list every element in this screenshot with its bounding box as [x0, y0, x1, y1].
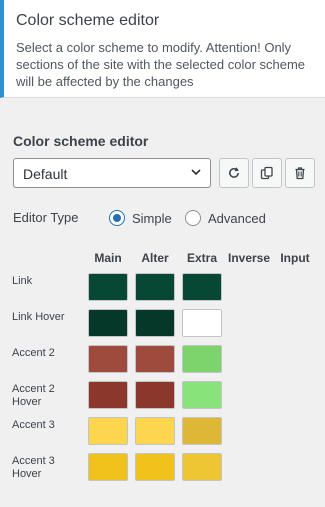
color-swatch-extra[interactable] — [182, 453, 222, 481]
radio-advanced-label: Advanced — [208, 210, 266, 226]
select-value: Default — [23, 166, 68, 182]
color-swatch-alter[interactable] — [135, 381, 175, 409]
column-header-alter: Alter — [141, 251, 169, 265]
color-swatch-alter[interactable] — [135, 345, 175, 373]
trash-icon — [295, 167, 305, 180]
radio-advanced-indicator — [185, 210, 201, 226]
column-header-main: Main — [94, 251, 122, 265]
color-swatch-alter[interactable] — [135, 273, 175, 301]
reset-icon — [229, 167, 239, 178]
column-header-extra: Extra — [186, 251, 218, 265]
column-header-input: Input — [280, 251, 310, 265]
section-title: Color scheme editor — [13, 133, 149, 149]
color-swatch-extra[interactable] — [182, 417, 222, 445]
radio-simple-indicator — [109, 210, 125, 226]
color-swatch-extra[interactable] — [182, 381, 222, 409]
radio-simple-label: Simple — [132, 210, 172, 226]
color-swatch-alter[interactable] — [135, 453, 175, 481]
editor-type-label: Editor Type — [13, 210, 79, 225]
row-label: Accent 2 — [12, 347, 55, 359]
copy-icon — [260, 166, 273, 180]
color-swatch-alter[interactable] — [135, 417, 175, 445]
color-swatch-alter[interactable] — [135, 309, 175, 337]
row-label: Link — [12, 275, 33, 287]
row-label: Accent 2 Hover — [12, 383, 55, 408]
radio-simple[interactable]: Simple — [109, 210, 172, 226]
row-label: Accent 3 Hover — [12, 455, 55, 480]
color-swatch-extra[interactable] — [182, 273, 222, 301]
panel-title: Color scheme editor — [16, 12, 160, 29]
chevron-down-icon — [191, 169, 201, 176]
color-swatch-main[interactable] — [88, 453, 128, 481]
color-swatch-main[interactable] — [88, 309, 128, 337]
row-label: Accent 3 — [12, 419, 55, 431]
panel-description: Select a color scheme to modify. Attenti… — [16, 40, 306, 89]
color-swatch-extra[interactable] — [182, 309, 222, 337]
color-swatch-main[interactable] — [88, 273, 128, 301]
row-label: Link Hover — [12, 311, 65, 323]
color-scheme-select[interactable]: Default — [13, 158, 211, 188]
reset-button[interactable] — [219, 158, 249, 188]
header-panel: Color scheme editor Select a color schem… — [0, 0, 325, 98]
color-swatch-main[interactable] — [88, 417, 128, 445]
color-swatch-main[interactable] — [88, 345, 128, 373]
copy-button[interactable] — [252, 158, 282, 188]
radio-advanced[interactable]: Advanced — [185, 210, 266, 226]
column-header-inverse: Inverse — [227, 251, 271, 265]
color-swatch-main[interactable] — [88, 381, 128, 409]
delete-button[interactable] — [285, 158, 315, 188]
color-swatch-extra[interactable] — [182, 345, 222, 373]
